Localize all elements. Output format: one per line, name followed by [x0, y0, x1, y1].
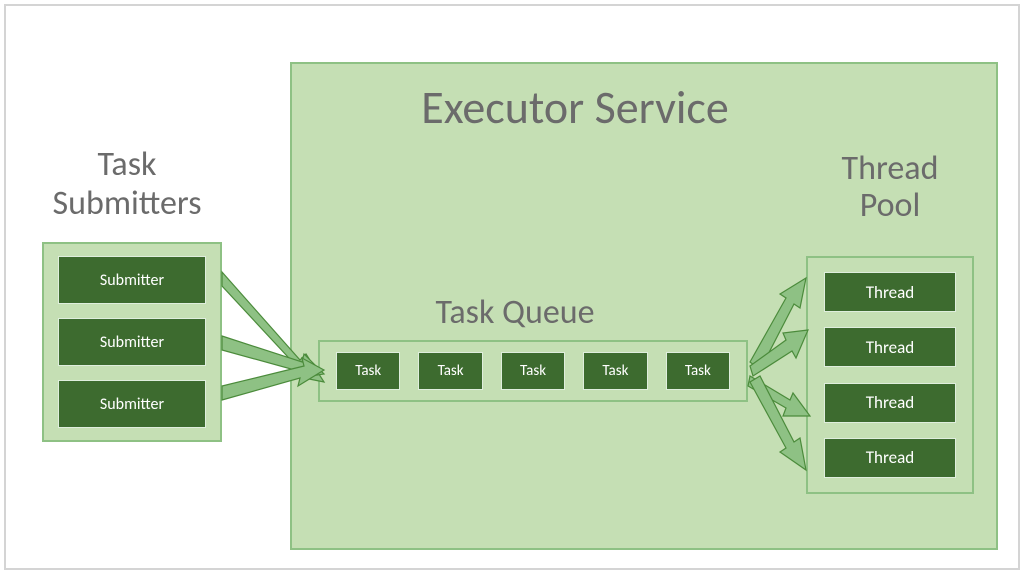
- heading-text: Pool: [860, 185, 921, 226]
- thread-pool-heading: Thread Pool: [810, 150, 970, 225]
- submitter-item: Submitter: [58, 380, 206, 428]
- submitters-container: Submitter Submitter Submitter: [42, 242, 222, 442]
- task-item: Task: [666, 352, 730, 390]
- item-label: Thread: [866, 392, 914, 413]
- item-label: Thread: [866, 337, 914, 358]
- heading-text: Submitters: [53, 183, 202, 224]
- submitter-item: Submitter: [58, 256, 206, 304]
- task-item: Task: [418, 352, 482, 390]
- heading-text: Thread: [842, 148, 939, 189]
- thread-pool-container: Thread Thread Thread Thread: [806, 256, 974, 494]
- item-label: Submitter: [100, 271, 164, 290]
- task-queue-container: Task Task Task Task Task: [318, 340, 748, 402]
- thread-item: Thread: [824, 438, 956, 478]
- heading-text: Executor Service: [421, 80, 729, 136]
- item-label: Thread: [866, 447, 914, 468]
- item-label: Submitter: [100, 395, 164, 414]
- task-submitters-heading: Task Submitters: [12, 145, 242, 223]
- heading-text: Task: [98, 144, 157, 185]
- item-label: Task: [520, 362, 546, 380]
- task-item: Task: [336, 352, 400, 390]
- executor-service-heading: Executor Service: [315, 80, 835, 136]
- task-item: Task: [501, 352, 565, 390]
- item-label: Task: [685, 362, 711, 380]
- item-label: Thread: [866, 282, 914, 303]
- task-item: Task: [583, 352, 647, 390]
- item-label: Task: [355, 362, 381, 380]
- heading-text: Task Queue: [435, 292, 594, 333]
- item-label: Task: [602, 362, 628, 380]
- task-queue-heading: Task Queue: [385, 292, 645, 333]
- item-label: Task: [438, 362, 464, 380]
- item-label: Submitter: [100, 333, 164, 352]
- thread-item: Thread: [824, 383, 956, 423]
- submitter-item: Submitter: [58, 318, 206, 366]
- thread-item: Thread: [824, 327, 956, 367]
- thread-item: Thread: [824, 272, 956, 312]
